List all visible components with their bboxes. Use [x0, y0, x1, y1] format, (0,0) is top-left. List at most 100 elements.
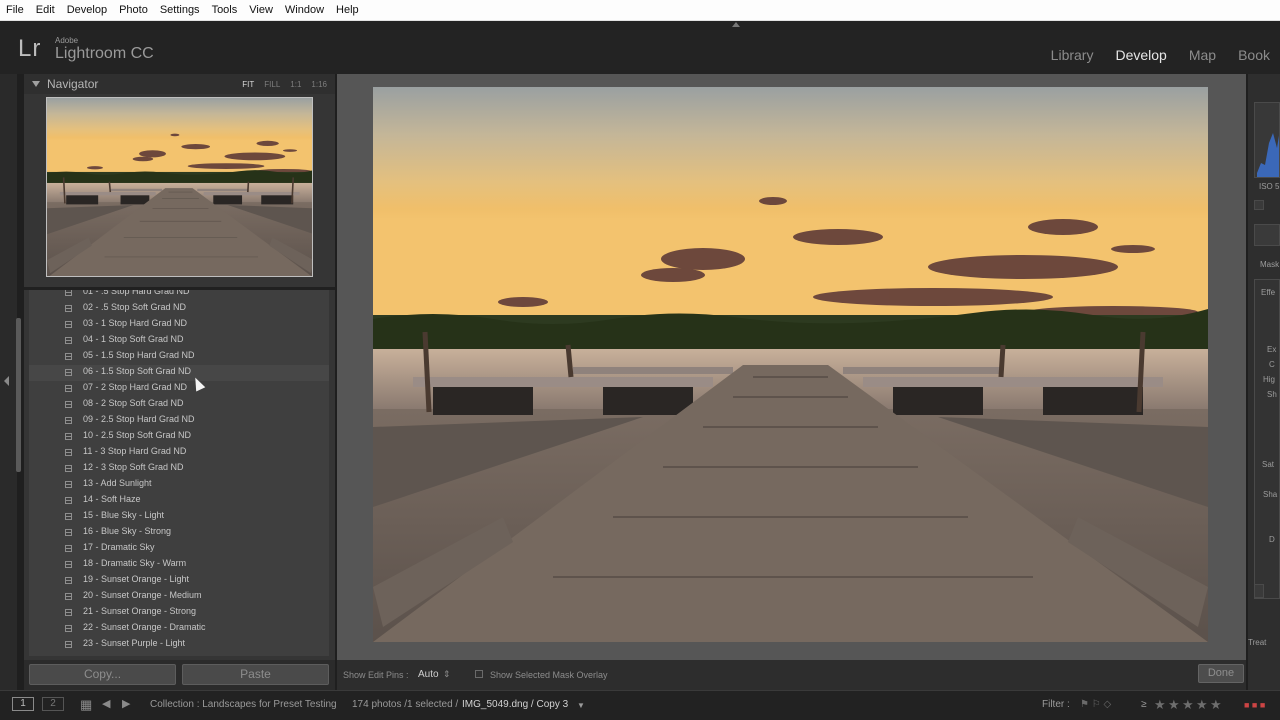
menu-develop[interactable]: Develop — [61, 4, 113, 16]
left-panel-toggle-icon[interactable] — [4, 376, 9, 386]
preset-icon — [65, 529, 72, 536]
star-4-icon[interactable]: ★ — [1196, 697, 1208, 713]
navigator-preview[interactable] — [46, 97, 313, 277]
preset-item[interactable]: 19 - Sunset Orange - Light — [29, 573, 329, 589]
flag-filter-icons[interactable]: ⚑ ⚐ ◇ — [1080, 699, 1111, 710]
zoom-custom-option[interactable]: 1:16 — [311, 80, 327, 89]
preset-item[interactable]: 03 - 1 Stop Hard Grad ND — [29, 317, 329, 333]
zoom-fill-option[interactable]: FILL — [264, 80, 280, 89]
main-photo[interactable] — [373, 87, 1208, 642]
previous-arrow-icon[interactable]: ◀ — [102, 697, 110, 710]
preset-item[interactable]: 20 - Sunset Orange - Medium — [29, 589, 329, 605]
preset-item[interactable]: 16 - Blue Sky - Strong — [29, 525, 329, 541]
preset-label: 15 - Blue Sky - Light — [83, 510, 165, 520]
preset-item[interactable]: 14 - Soft Haze — [29, 493, 329, 509]
preset-label: 02 - .5 Stop Soft Grad ND — [83, 302, 187, 312]
filter-label: Filter : — [1042, 699, 1070, 710]
preset-label: 21 - Sunset Orange - Strong — [83, 606, 197, 616]
preset-item[interactable]: 22 - Sunset Orange - Dramatic — [29, 621, 329, 637]
filename[interactable]: IMG_5049.dng / Copy 3 — [462, 699, 568, 710]
preset-item[interactable]: 08 - 2 Stop Soft Grad ND — [29, 397, 329, 413]
paste-button[interactable]: Paste — [182, 664, 329, 685]
sharpness-label: Sha — [1263, 490, 1278, 499]
preset-item[interactable]: 13 - Add Sunlight — [29, 477, 329, 493]
preset-item[interactable]: 06 - 1.5 Stop Soft Grad ND — [29, 365, 329, 381]
preset-item[interactable]: 09 - 2.5 Stop Hard Grad ND — [29, 413, 329, 429]
exposure-label: Ex — [1267, 345, 1277, 354]
preset-label: 08 - 2 Stop Soft Grad ND — [83, 398, 184, 408]
preset-item[interactable]: 04 - 1 Stop Soft Grad ND — [29, 333, 329, 349]
histogram[interactable] — [1254, 102, 1280, 178]
preset-label: 14 - Soft Haze — [83, 494, 141, 504]
edit-pins-label: Show Edit Pins : — [343, 670, 409, 680]
preset-item[interactable]: 05 - 1.5 Stop Hard Grad ND — [29, 349, 329, 365]
preset-label: 01 - .5 Stop Hard Grad ND — [83, 290, 190, 296]
preset-icon — [65, 369, 72, 376]
vendor-name: Adobe — [55, 36, 79, 45]
star-2-icon[interactable]: ★ — [1168, 697, 1180, 713]
preset-label: 20 - Sunset Orange - Medium — [83, 590, 202, 600]
original-photo-checkbox[interactable] — [1254, 200, 1264, 210]
preset-item[interactable]: 01 - .5 Stop Hard Grad ND — [29, 290, 329, 301]
preset-item[interactable]: 02 - .5 Stop Soft Grad ND — [29, 301, 329, 317]
star-3-icon[interactable]: ★ — [1182, 697, 1194, 713]
module-library[interactable]: Library — [1051, 47, 1094, 63]
preset-item[interactable]: 15 - Blue Sky - Light — [29, 509, 329, 525]
adjustment-sliders[interactable]: Effe Ex C Hig Sh Sat Sha D — [1254, 279, 1280, 599]
preset-icon — [65, 561, 72, 568]
module-map[interactable]: Map — [1189, 47, 1216, 63]
preset-label: 23 - Sunset Purple - Light — [83, 638, 186, 648]
collapse-triangle-icon[interactable] — [32, 81, 40, 87]
mask-overlay-checkbox[interactable] — [475, 670, 483, 678]
color-label-filter-icons[interactable]: ■ ■ ■ — [1244, 700, 1265, 710]
menu-help[interactable]: Help — [330, 4, 365, 16]
star-5-icon[interactable]: ★ — [1210, 697, 1222, 713]
next-arrow-icon[interactable]: ▶ — [122, 697, 130, 710]
preset-label: 04 - 1 Stop Soft Grad ND — [83, 334, 184, 344]
page-1-button[interactable]: 1 — [12, 697, 34, 711]
preset-item[interactable]: 18 - Dramatic Sky - Warm — [29, 557, 329, 573]
menu-window[interactable]: Window — [279, 4, 330, 16]
menu-photo[interactable]: Photo — [113, 4, 154, 16]
grid-view-icon[interactable]: ▦ — [80, 697, 92, 713]
menu-settings[interactable]: Settings — [154, 4, 206, 16]
top-panel-toggle-icon[interactable] — [732, 22, 740, 27]
module-book[interactable]: Book — [1238, 47, 1270, 63]
preset-icon — [65, 417, 72, 424]
preset-item[interactable]: 10 - 2.5 Stop Soft Grad ND — [29, 429, 329, 445]
edit-pins-dropdown[interactable]: Auto — [418, 669, 439, 680]
done-button[interactable]: Done — [1198, 664, 1244, 683]
menu-view[interactable]: View — [243, 4, 279, 16]
rating-operator[interactable]: ≥ — [1141, 699, 1147, 710]
zoom-fit-option[interactable]: FIT — [242, 80, 254, 89]
develop-toolbar: Show Edit Pins : Auto ⇕ Show Selected Ma… — [337, 660, 1246, 690]
module-develop[interactable]: Develop — [1115, 47, 1166, 63]
panel-switch-icon[interactable] — [1254, 584, 1264, 598]
page-2-button[interactable]: 2 — [42, 697, 64, 711]
tool-strip[interactable] — [1254, 224, 1280, 246]
menu-file[interactable]: File — [0, 4, 30, 16]
menu-tools[interactable]: Tools — [206, 4, 244, 16]
preset-item[interactable]: 07 - 2 Stop Hard Grad ND — [29, 381, 329, 397]
preset-item[interactable]: 21 - Sunset Orange - Strong — [29, 605, 329, 621]
preset-icon — [65, 290, 72, 296]
copy-button[interactable]: Copy... — [29, 664, 176, 685]
preset-item[interactable]: 12 - 3 Stop Soft Grad ND — [29, 461, 329, 477]
filename-dropdown-icon[interactable]: ▼ — [577, 701, 585, 710]
preset-item[interactable]: 23 - Sunset Purple - Light — [29, 637, 329, 653]
preset-item[interactable]: 11 - 3 Stop Hard Grad ND — [29, 445, 329, 461]
preset-label: 12 - 3 Stop Soft Grad ND — [83, 462, 184, 472]
preset-label: 07 - 2 Stop Hard Grad ND — [83, 382, 188, 392]
preset-item[interactable]: 17 - Dramatic Sky — [29, 541, 329, 557]
highlights-label: Hig — [1263, 375, 1276, 384]
star-1-icon[interactable]: ★ — [1154, 697, 1166, 713]
collection-label[interactable]: Collection : Landscapes for Preset Testi… — [150, 699, 337, 710]
menu-edit[interactable]: Edit — [30, 4, 61, 16]
left-panel-scrollbar[interactable] — [16, 318, 21, 472]
left-panel: Navigator FIT FILL 1:1 1:16 01 - .5 Stop… — [24, 74, 335, 660]
saturation-label: Sat — [1262, 460, 1275, 469]
preset-label: 06 - 1.5 Stop Soft Grad ND — [83, 366, 192, 376]
navigator-header[interactable]: Navigator FIT FILL 1:1 1:16 — [24, 74, 335, 94]
zoom-1-1-option[interactable]: 1:1 — [290, 80, 301, 89]
dropdown-arrows-icon[interactable]: ⇕ — [443, 669, 451, 680]
